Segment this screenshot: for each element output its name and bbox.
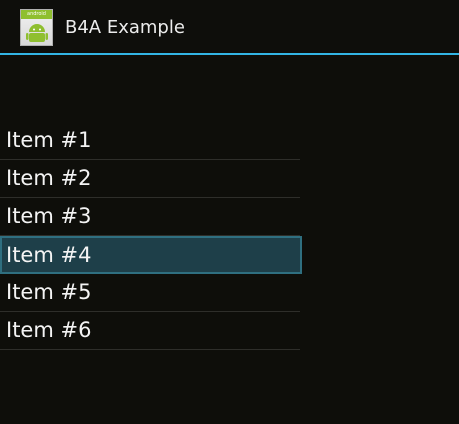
list-item-4-selected[interactable]: Item #4: [0, 236, 302, 274]
android-robot-icon: [26, 24, 48, 42]
list-item-2[interactable]: Item #2: [0, 160, 300, 198]
icon-band-text: android: [27, 11, 46, 17]
item-list: Item #1 Item #2 Item #3 Item #4 Item #5 …: [0, 122, 302, 350]
list-item-6[interactable]: Item #6: [0, 312, 300, 350]
title-bar: android B4A Example: [0, 0, 459, 55]
app-window: android B4A Example Item #1 Item #2 Item…: [0, 0, 459, 424]
list-item-1[interactable]: Item #1: [0, 122, 300, 160]
android-app-icon: android: [20, 9, 53, 46]
app-title: B4A Example: [65, 17, 185, 38]
list-item-3[interactable]: Item #3: [0, 198, 300, 236]
icon-band: android: [21, 10, 52, 19]
list-item-5[interactable]: Item #5: [0, 274, 300, 312]
